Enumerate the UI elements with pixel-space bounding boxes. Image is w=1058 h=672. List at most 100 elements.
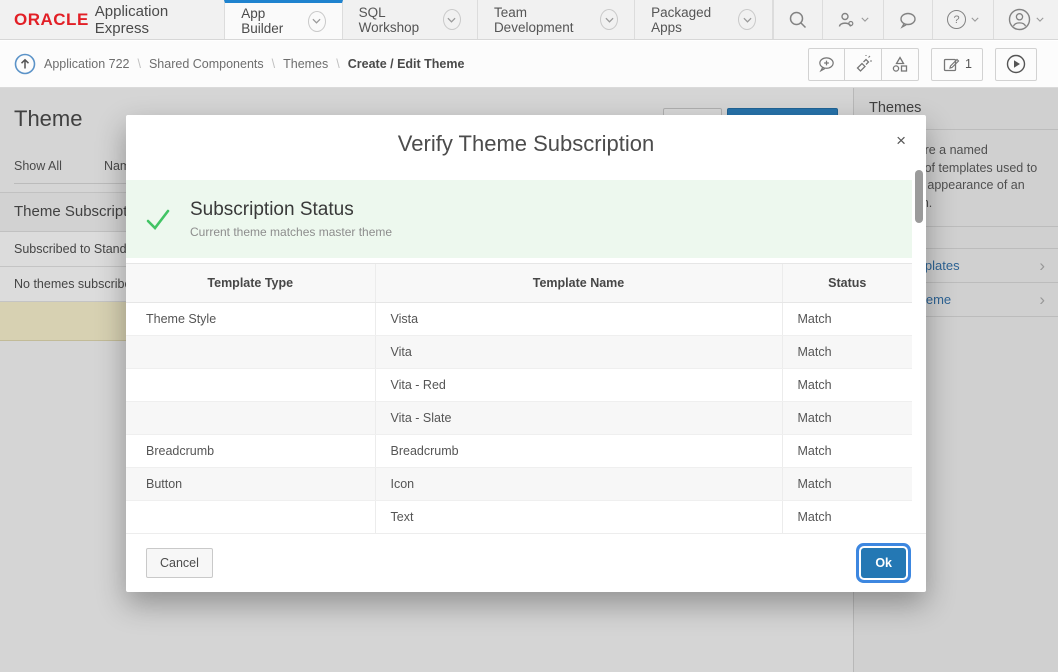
dev-toolbar-group [808,48,919,81]
cell-template-type [126,369,375,402]
theme-components-button[interactable] [882,48,919,81]
table-row: Button Icon Match [126,468,912,501]
up-level-icon[interactable] [14,53,36,75]
breadcrumb-shared-components[interactable]: Shared Components [149,57,264,71]
cancel-button[interactable]: Cancel [146,548,213,578]
chevron-down-icon [861,17,869,22]
shapes-icon [891,55,909,73]
template-verification-table: Template Type Template Name Status Theme… [126,263,912,533]
cell-status: Match [782,369,912,402]
status-heading: Subscription Status [190,199,392,221]
cell-status: Match [782,468,912,501]
breadcrumb-separator: \ [336,57,339,71]
chevron-down-icon [971,17,979,22]
feedback-button[interactable] [883,0,932,39]
cell-status: Match [782,435,912,468]
dialog-footer: Cancel Ok [126,533,926,592]
column-header-status: Status [782,264,912,303]
success-check-icon [126,205,190,233]
cell-status: Match [782,402,912,435]
tab-packaged-apps[interactable]: Packaged Apps [635,0,773,39]
table-row: Theme Style Vista Match [126,303,912,336]
table-row: Vita - Slate Match [126,402,912,435]
add-comment-button[interactable] [808,48,845,81]
table-row: Vita Match [126,336,912,369]
user-avatar-icon [1008,8,1031,31]
help-menu-button[interactable]: ? [932,0,993,39]
cell-status: Match [782,303,912,336]
comment-plus-icon [817,55,836,73]
main-nav-tabs: App Builder SQL Workshop Team Developmen… [224,0,773,39]
dialog-header: Verify Theme Subscription × [126,115,926,170]
page-toolbar: 1 [808,48,1058,81]
oracle-wordmark: ORACLE [14,10,89,30]
modal-scrollbar[interactable] [915,170,923,223]
edit-icon [942,55,960,73]
chat-bubble-icon [898,11,918,29]
subscription-status-banner: Subscription Status Current theme matche… [126,180,912,258]
users-icon [837,11,856,29]
search-icon [788,10,808,30]
user-menu-button[interactable] [993,0,1058,39]
cell-template-name: Vita [375,336,782,369]
column-header-template-type: Template Type [126,264,375,303]
breadcrumb-separator: \ [272,57,275,71]
chevron-down-icon [1036,17,1044,22]
breadcrumb: Application 722 \ Shared Components \ Th… [0,53,464,75]
spotlight-button[interactable] [845,48,882,81]
cell-template-type [126,402,375,435]
column-header-template-name: Template Name [375,264,782,303]
tab-label: Team Development [494,5,592,35]
cell-status: Match [782,336,912,369]
breadcrumb-application[interactable]: Application 722 [44,57,129,71]
chevron-down-icon [443,9,461,30]
cell-template-name: Text [375,501,782,534]
help-icon: ? [947,10,966,29]
breadcrumb-bar: Application 722 \ Shared Components \ Th… [0,41,1058,88]
dialog-title: Verify Theme Subscription [126,115,926,173]
table-row: Breadcrumb Breadcrumb Match [126,435,912,468]
ok-button[interactable]: Ok [861,548,906,578]
breadcrumb-separator: \ [137,57,140,71]
cell-template-type: Button [126,468,375,501]
run-page-button[interactable] [995,48,1037,81]
status-message: Current theme matches master theme [190,225,392,239]
product-name: Application Express [95,3,202,37]
edit-page-number: 1 [965,57,972,71]
cell-status: Match [782,501,912,534]
tab-label: Packaged Apps [651,5,730,35]
edit-page-button[interactable]: 1 [931,48,983,81]
close-icon[interactable]: × [896,132,906,149]
cell-template-name: Icon [375,468,782,501]
dialog-body: Subscription Status Current theme matche… [126,170,926,533]
cell-template-name: Vista [375,303,782,336]
chevron-down-icon [308,11,326,32]
cell-template-type [126,336,375,369]
cell-template-type: Theme Style [126,303,375,336]
breadcrumb-themes[interactable]: Themes [283,57,328,71]
flashlight-icon [854,55,872,73]
search-button[interactable] [773,0,822,39]
tab-app-builder[interactable]: App Builder [224,0,342,39]
cell-template-type [126,501,375,534]
cell-template-name: Vita - Red [375,369,782,402]
chevron-down-icon [600,9,618,30]
table-row: Vita - Red Match [126,369,912,402]
tab-label: SQL Workshop [359,5,435,35]
oracle-apex-logo: ORACLE Application Express [0,0,224,39]
cell-template-type: Breadcrumb [126,435,375,468]
tab-label: App Builder [241,6,299,36]
cell-template-name: Vita - Slate [375,402,782,435]
tab-sql-workshop[interactable]: SQL Workshop [343,0,478,39]
cell-template-name: Breadcrumb [375,435,782,468]
play-icon [1006,54,1026,74]
tab-team-development[interactable]: Team Development [478,0,635,39]
table-header-row: Template Type Template Name Status [126,264,912,303]
chevron-down-icon [738,9,756,30]
breadcrumb-current-page: Create / Edit Theme [348,57,465,71]
top-navigation-bar: ORACLE Application Express App Builder S… [0,0,1058,40]
table-row: Text Match [126,501,912,534]
administration-menu-button[interactable] [822,0,883,39]
nav-utility-icons: ? [773,0,1058,39]
verify-theme-subscription-dialog: Verify Theme Subscription × Subscription… [126,115,926,592]
